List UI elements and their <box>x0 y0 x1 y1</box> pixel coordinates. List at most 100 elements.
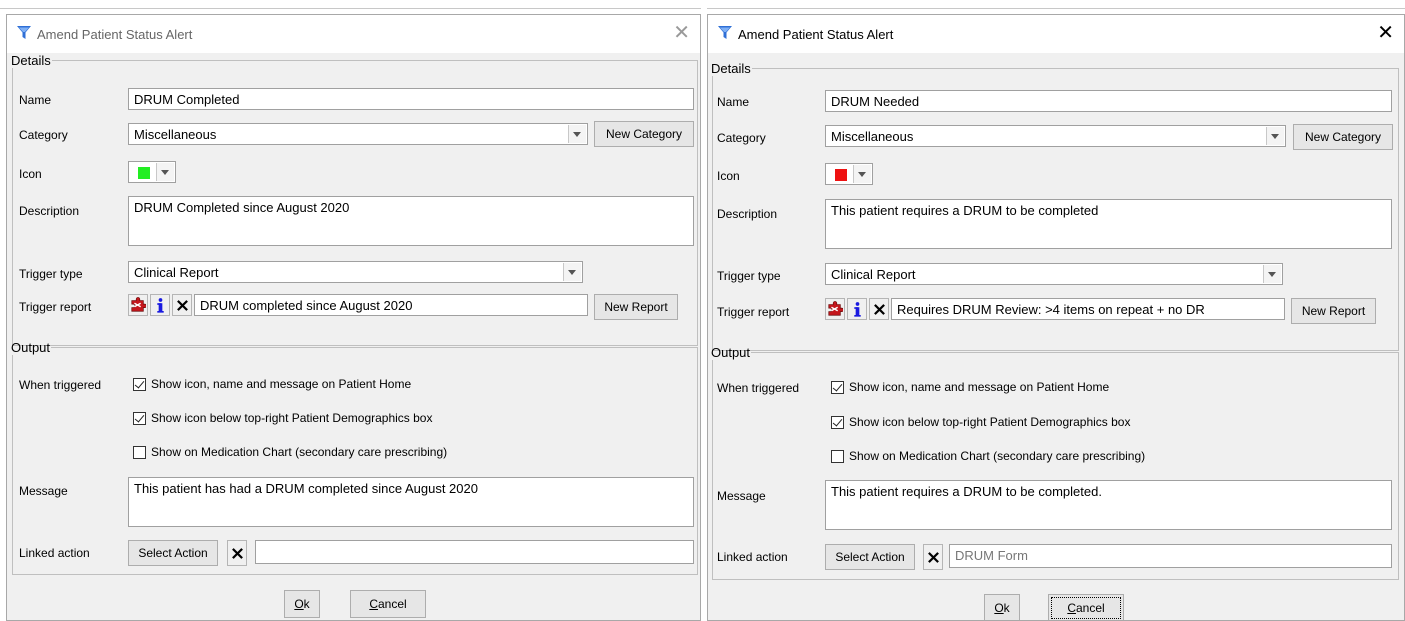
description-label: Description <box>19 204 80 218</box>
output-legend: Output <box>11 340 51 355</box>
when-triggered-label: When triggered <box>717 381 800 395</box>
checkbox-label: Show on Medication Chart (secondary care… <box>151 445 448 459</box>
category-value: Miscellaneous <box>831 129 914 144</box>
cancel-button[interactable]: Cancel <box>350 590 426 618</box>
message-textarea[interactable]: This patient requires a DRUM to be compl… <box>825 480 1392 530</box>
chevron-down-icon[interactable] <box>568 125 586 143</box>
trigger-type-value: Clinical Report <box>831 267 916 282</box>
cancel-mnemonic: C <box>369 597 378 611</box>
icon-label: Icon <box>19 167 42 181</box>
linked-action-label: Linked action <box>19 546 90 560</box>
cancel-label: ancel <box>1075 601 1105 615</box>
checkbox-label: Show icon below top-right Patient Demogr… <box>849 415 1131 429</box>
ok-label: k <box>303 597 310 611</box>
ok-mnemonic: O <box>294 597 304 611</box>
new-category-button[interactable]: New Category <box>594 121 694 147</box>
title-bar: Amend Patient Status Alert ✕ <box>7 15 700 53</box>
info-icon[interactable] <box>150 294 170 316</box>
checkbox-show-on-patient-home[interactable]: Show icon, name and message on Patient H… <box>831 380 1109 394</box>
trigger-report-label: Trigger report <box>19 300 92 314</box>
filter-funnel-icon <box>717 25 733 41</box>
chevron-down-icon[interactable] <box>1266 127 1284 145</box>
checkbox-box[interactable] <box>133 377 146 391</box>
clear-x-icon[interactable] <box>923 544 943 570</box>
clear-x-icon[interactable] <box>227 540 247 566</box>
category-value: Miscellaneous <box>134 127 217 142</box>
details-legend: Details <box>711 61 751 76</box>
name-input[interactable]: DRUM Needed <box>825 90 1392 112</box>
linked-action-input[interactable]: DRUM Form <box>949 544 1392 568</box>
report-puzzle-icon[interactable] <box>825 298 845 320</box>
checkbox-box[interactable] <box>133 411 146 425</box>
clear-x-icon[interactable] <box>172 294 192 316</box>
clear-x-icon[interactable] <box>869 298 889 320</box>
trigger-type-select[interactable]: Clinical Report <box>825 263 1283 285</box>
cancel-mnemonic: C <box>1067 601 1076 615</box>
checkbox-show-on-patient-home[interactable]: Show icon, name and message on Patient H… <box>133 377 411 391</box>
trigger-report-label: Trigger report <box>717 305 790 319</box>
message-label: Message <box>717 489 766 503</box>
new-report-button[interactable]: New Report <box>1291 298 1376 324</box>
details-legend: Details <box>11 53 51 68</box>
checkbox-box[interactable] <box>831 380 844 394</box>
category-label: Category <box>19 128 68 142</box>
trigger-type-select[interactable]: Clinical Report <box>128 261 583 283</box>
linked-action-input[interactable] <box>255 540 694 564</box>
name-label: Name <box>19 93 52 107</box>
category-select[interactable]: Miscellaneous <box>128 123 588 145</box>
ok-label: k <box>1003 601 1010 615</box>
checkbox-show-on-medication-chart[interactable]: Show on Medication Chart (secondary care… <box>133 445 447 459</box>
description-label: Description <box>717 207 778 221</box>
message-label: Message <box>19 484 68 498</box>
dialog-drum-needed: Amend Patient Status Alert ✕ Details Nam… <box>707 14 1405 621</box>
chevron-down-icon[interactable] <box>1263 265 1281 283</box>
trigger-report-input[interactable]: Requires DRUM Review: >4 items on repeat… <box>891 298 1285 320</box>
cancel-button[interactable]: Cancel <box>1048 594 1124 620</box>
checkbox-box[interactable] <box>133 445 146 459</box>
checkbox-show-below-demographics[interactable]: Show icon below top-right Patient Demogr… <box>133 411 432 425</box>
chevron-down-icon[interactable] <box>563 263 581 281</box>
ok-button[interactable]: Ok <box>284 590 320 618</box>
description-textarea[interactable]: DRUM Completed since August 2020 <box>128 196 694 246</box>
title-bar: Amend Patient Status Alert ✕ <box>708 15 1404 53</box>
trigger-type-label: Trigger type <box>717 269 781 283</box>
checkbox-show-on-medication-chart[interactable]: Show on Medication Chart (secondary care… <box>831 449 1145 463</box>
checkbox-show-below-demographics[interactable]: Show icon below top-right Patient Demogr… <box>831 415 1130 429</box>
dialog-title: Amend Patient Status Alert <box>37 27 193 42</box>
cancel-label: ancel <box>377 597 407 611</box>
name-input[interactable]: DRUM Completed <box>128 88 694 110</box>
info-icon[interactable] <box>847 298 867 320</box>
dialog-drum-completed: Amend Patient Status Alert ✕ Details Nam… <box>6 14 701 621</box>
icon-label: Icon <box>717 169 740 183</box>
icon-select[interactable] <box>825 163 873 185</box>
new-report-button[interactable]: New Report <box>594 294 678 320</box>
ok-button[interactable]: Ok <box>984 594 1020 620</box>
trigger-type-label: Trigger type <box>19 267 83 281</box>
name-label: Name <box>717 95 750 109</box>
checkbox-label: Show icon below top-right Patient Demogr… <box>151 411 433 425</box>
checkbox-box[interactable] <box>831 449 844 463</box>
message-textarea[interactable]: This patient has had a DRUM completed si… <box>128 477 694 527</box>
chevron-down-icon[interactable] <box>853 165 871 183</box>
checkbox-label: Show icon, name and message on Patient H… <box>849 380 1110 394</box>
trigger-report-input[interactable]: DRUM completed since August 2020 <box>194 294 588 316</box>
chevron-down-icon[interactable] <box>156 163 174 181</box>
checkbox-box[interactable] <box>831 415 844 429</box>
select-action-button[interactable]: Select Action <box>825 544 915 570</box>
checkbox-label: Show icon, name and message on Patient H… <box>151 377 412 391</box>
checkbox-label: Show on Medication Chart (secondary care… <box>849 449 1146 463</box>
report-puzzle-icon[interactable] <box>128 294 148 316</box>
linked-action-label: Linked action <box>717 550 788 564</box>
dialog-title: Amend Patient Status Alert <box>738 27 894 42</box>
filter-funnel-icon <box>16 25 32 41</box>
close-icon[interactable]: ✕ <box>673 23 690 43</box>
trigger-type-value: Clinical Report <box>134 265 219 280</box>
select-action-button[interactable]: Select Action <box>128 540 218 566</box>
description-textarea[interactable]: This patient requires a DRUM to be compl… <box>825 199 1392 249</box>
ok-mnemonic: O <box>994 601 1004 615</box>
icon-select[interactable] <box>128 161 176 183</box>
close-icon[interactable]: ✕ <box>1377 23 1394 43</box>
when-triggered-label: When triggered <box>19 378 102 392</box>
new-category-button[interactable]: New Category <box>1293 124 1393 150</box>
category-select[interactable]: Miscellaneous <box>825 125 1286 147</box>
